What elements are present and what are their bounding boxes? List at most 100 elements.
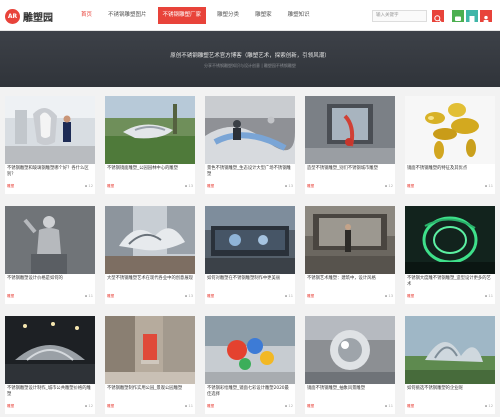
search-button[interactable] xyxy=(432,10,444,23)
article-title[interactable]: 镜面不锈钢雕塑的特征及其优点 xyxy=(407,166,493,172)
article-meta: 雕塑 ▪ 13 xyxy=(107,184,193,190)
article-title[interactable]: 不锈钢大度雕不锈钢雕塑_造型设计更多的艺术 xyxy=(407,276,493,288)
wechat-icon xyxy=(455,16,461,21)
article-card[interactable]: 镜面不锈钢雕塑_抽象风景雕塑 雕塑 ▪ 11 xyxy=(305,316,395,414)
article-card[interactable]: 大型不锈钢雕塑艺术在现代各业中的创意展现 雕塑 ▪ 13 xyxy=(105,206,195,304)
view-count: ▪ 13 xyxy=(384,294,393,298)
view-count: ▪ 12 xyxy=(484,404,493,408)
article-card[interactable]: 不锈钢雕塑和玻璃钢雕塑哪个好？各什么区别？ 雕塑 ▪ 12 xyxy=(5,96,95,194)
article-meta: 雕塑 ▪ 12 xyxy=(407,404,493,410)
view-count: ▪ 11 xyxy=(284,294,293,298)
article-card[interactable]: 不锈钢大度雕不锈钢雕塑_造型设计更多的艺术 雕塑 ▪ 11 xyxy=(405,206,495,304)
article-meta: 雕塑 ▪ 11 xyxy=(107,404,193,410)
article-meta: 雕塑 ▪ 11 xyxy=(207,294,293,300)
article-tag[interactable]: 雕塑 xyxy=(107,404,114,408)
article-meta: 雕塑 ▪ 13 xyxy=(207,184,293,190)
banner-title: 原创不锈钢雕塑艺术官方博客（雕塑艺术，探索创新，引领风潮） xyxy=(170,53,330,59)
article-thumbnail[interactable] xyxy=(405,206,495,274)
article-tag[interactable]: 雕塑 xyxy=(107,184,114,188)
article-meta: 雕塑 ▪ 12 xyxy=(307,184,393,190)
article-title[interactable]: 景色不锈钢雕塑_生态设计大型广场不锈钢雕塑 xyxy=(207,166,293,178)
nav-stainless-factory[interactable]: 不锈钢雕塑厂家 xyxy=(157,7,207,24)
nav-home[interactable]: 首页 xyxy=(76,7,97,24)
article-thumbnail[interactable] xyxy=(305,96,395,164)
article-tag[interactable]: 雕塑 xyxy=(7,404,14,408)
article-tag[interactable]: 雕塑 xyxy=(407,404,414,408)
article-thumbnail[interactable] xyxy=(5,316,95,384)
article-thumbnail[interactable] xyxy=(205,96,295,164)
article-thumbnail[interactable] xyxy=(205,316,295,384)
article-meta: 雕塑 ▪ 11 xyxy=(407,294,493,300)
article-thumbnail[interactable] xyxy=(405,316,495,384)
article-card[interactable]: 不锈钢镜面雕塑_公园园林中心的雕塑 雕塑 ▪ 13 xyxy=(105,96,195,194)
article-meta: 雕塑 ▪ 13 xyxy=(307,294,393,300)
article-card[interactable]: 如何挑选不锈钢雕塑的企业呢 雕塑 ▪ 12 xyxy=(405,316,495,414)
nav-stainless-pictures[interactable]: 不锈钢雕塑图片 xyxy=(103,7,152,24)
article-card[interactable]: 如何对雕塑在不锈钢雕塑制作中更美丽 雕塑 ▪ 11 xyxy=(205,206,295,304)
main-nav: 首页 不锈钢雕塑图片 不锈钢雕塑厂家 雕塑分类 雕塑家 雕塑知识 xyxy=(76,7,321,24)
article-card[interactable]: 不锈钢彩绘雕塑_镜面七彩设计雕塑2020最佳选择 雕塑 ▪ 12 xyxy=(205,316,295,414)
article-tag[interactable]: 雕塑 xyxy=(207,294,214,298)
site-logo[interactable]: AR 雕塑园 xyxy=(5,6,53,26)
article-tag[interactable]: 雕塑 xyxy=(407,184,414,188)
article-meta: 雕塑 ▪ 11 xyxy=(7,294,93,300)
search-icon xyxy=(434,15,442,23)
article-tag[interactable]: 雕塑 xyxy=(307,184,314,188)
top-header: AR 雕塑园 首页 不锈钢雕塑图片 不锈钢雕塑厂家 雕塑分类 雕塑家 雕塑知识 … xyxy=(0,0,500,31)
article-thumbnail[interactable] xyxy=(205,206,295,274)
wechat-button[interactable] xyxy=(452,10,464,22)
article-tag[interactable]: 雕塑 xyxy=(107,294,114,298)
view-count: ▪ 12 xyxy=(284,404,293,408)
article-title[interactable]: 不锈钢雕塑和玻璃钢雕塑哪个好？各什么区别？ xyxy=(7,166,93,178)
article-card[interactable]: 不锈钢艺术雕塑：建筑中，设计风格 雕塑 ▪ 13 xyxy=(305,206,395,304)
article-tag[interactable]: 雕塑 xyxy=(407,294,414,298)
article-thumbnail[interactable] xyxy=(105,316,195,384)
view-count: ▪ 11 xyxy=(184,404,193,408)
article-tag[interactable]: 雕塑 xyxy=(207,184,214,188)
article-thumbnail[interactable] xyxy=(5,206,95,274)
banner-subtitle: 分享不锈钢雕塑知识与设计创意 | 雕塑园不锈钢雕塑 xyxy=(204,63,296,68)
article-title[interactable]: 不锈钢雕塑设计制作_城市公共雕塑价格的雕塑 xyxy=(7,386,93,398)
article-title[interactable]: 如何挑选不锈钢雕塑的企业呢 xyxy=(407,386,493,392)
view-count: ▪ 11 xyxy=(384,404,393,408)
article-title[interactable]: 造型不锈钢雕塑_别们不锈钢城市雕塑 xyxy=(307,166,393,172)
article-tag[interactable]: 雕塑 xyxy=(307,294,314,298)
article-tag[interactable]: 雕塑 xyxy=(307,404,314,408)
article-card[interactable]: 镜面不锈钢雕塑的特征及其优点 雕塑 ▪ 11 xyxy=(405,96,495,194)
nav-categories[interactable]: 雕塑分类 xyxy=(212,7,244,24)
nav-sculptors[interactable]: 雕塑家 xyxy=(250,7,277,24)
article-meta: 雕塑 ▪ 12 xyxy=(7,184,93,190)
article-thumbnail[interactable] xyxy=(405,96,495,164)
article-title[interactable]: 大型不锈钢雕塑艺术在现代各业中的创意展现 xyxy=(107,276,193,282)
view-count: ▪ 12 xyxy=(84,184,93,188)
article-card[interactable]: 景色不锈钢雕塑_生态设计大型广场不锈钢雕塑 雕塑 ▪ 13 xyxy=(205,96,295,194)
article-tag[interactable]: 雕塑 xyxy=(7,184,14,188)
article-title[interactable]: 不锈钢彩绘雕塑_镜面七彩设计雕塑2020最佳选择 xyxy=(207,386,293,398)
article-meta: 雕塑 ▪ 13 xyxy=(107,294,193,300)
search-input[interactable]: 输入关键字 xyxy=(372,10,427,22)
article-card[interactable]: 不锈钢雕塑制作实用公园_景观公园雕塑 雕塑 ▪ 11 xyxy=(105,316,195,414)
article-title[interactable]: 不锈钢雕塑设计价格是如何的 xyxy=(7,276,93,282)
share-button[interactable] xyxy=(466,10,478,22)
article-thumbnail[interactable] xyxy=(305,206,395,274)
article-thumbnail[interactable] xyxy=(105,206,195,274)
view-count: ▪ 11 xyxy=(84,294,93,298)
article-title[interactable]: 镜面不锈钢雕塑_抽象风景雕塑 xyxy=(307,386,393,392)
article-thumbnail[interactable] xyxy=(305,316,395,384)
article-title[interactable]: 不锈钢镜面雕塑_公园园林中心的雕塑 xyxy=(107,166,193,172)
article-card[interactable]: 造型不锈钢雕塑_别们不锈钢城市雕塑 雕塑 ▪ 12 xyxy=(305,96,395,194)
article-title[interactable]: 如何对雕塑在不锈钢雕塑制作中更美丽 xyxy=(207,276,293,282)
user-button[interactable] xyxy=(480,10,492,23)
article-card[interactable]: 不锈钢雕塑设计价格是如何的 雕塑 ▪ 11 xyxy=(5,206,95,304)
article-card[interactable]: 不锈钢雕塑设计制作_城市公共雕塑价格的雕塑 雕塑 ▪ 12 xyxy=(5,316,95,414)
article-tag[interactable]: 雕塑 xyxy=(7,294,14,298)
article-tag[interactable]: 雕塑 xyxy=(207,404,214,408)
article-thumbnail[interactable] xyxy=(105,96,195,164)
hero-banner: 原创不锈钢雕塑艺术官方博客（雕塑艺术，探索创新，引领风潮） 分享不锈钢雕塑知识与… xyxy=(0,31,500,87)
logo-text: 雕塑园 xyxy=(23,12,53,24)
view-count: ▪ 13 xyxy=(284,184,293,188)
article-title[interactable]: 不锈钢雕塑制作实用公园_景观公园雕塑 xyxy=(107,386,193,392)
article-thumbnail[interactable] xyxy=(5,96,95,164)
nav-knowledge[interactable]: 雕塑知识 xyxy=(283,7,315,24)
article-title[interactable]: 不锈钢艺术雕塑：建筑中，设计风格 xyxy=(307,276,393,282)
